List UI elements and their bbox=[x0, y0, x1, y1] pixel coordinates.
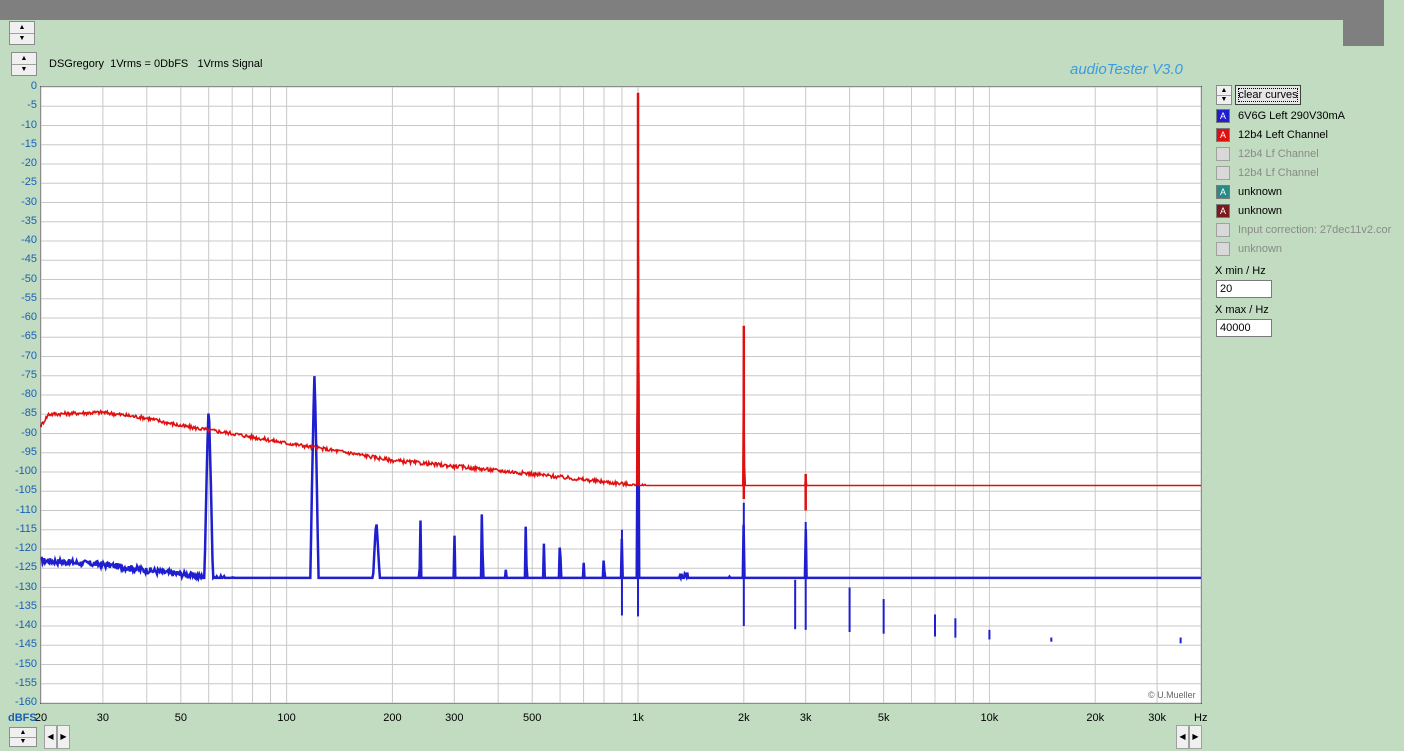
y-tick-label: -55 bbox=[21, 291, 37, 304]
y-tick-label: -5 bbox=[27, 99, 37, 112]
legend-label: Input correction: 27dec11v2.cor bbox=[1238, 224, 1392, 236]
xmax-input[interactable]: 40000 bbox=[1216, 319, 1272, 337]
y-tick-label: -115 bbox=[15, 522, 37, 535]
y-tick-label: -125 bbox=[14, 561, 37, 574]
x-tick-label: 1k bbox=[632, 712, 644, 724]
x-unit-label: Hz bbox=[1194, 712, 1208, 724]
y-tick-label: -150 bbox=[14, 657, 37, 670]
x-tick-label: 30 bbox=[96, 712, 109, 724]
curve-toggle-checkbox[interactable]: A bbox=[1216, 185, 1230, 199]
x-tick-label: 50 bbox=[174, 712, 187, 724]
curve-toggle-checkbox[interactable]: A bbox=[1216, 128, 1230, 142]
scroll-right-icon[interactable]: ▶ bbox=[57, 725, 70, 749]
y-tick-label: -45 bbox=[21, 253, 37, 266]
x-tick-label: 30k bbox=[1148, 712, 1166, 724]
x-tick-label: 20k bbox=[1086, 712, 1105, 724]
y-tick-label: -85 bbox=[21, 407, 37, 420]
y-tick-label: -105 bbox=[14, 484, 37, 497]
curve-toggle-checkbox[interactable] bbox=[1216, 223, 1230, 237]
y-tick-label: -75 bbox=[21, 368, 37, 381]
x-tick-label: 300 bbox=[445, 712, 464, 724]
y-tick-label: -135 bbox=[14, 599, 37, 612]
x-tick-label: 10k bbox=[980, 712, 999, 724]
series-line-red bbox=[40, 256, 1201, 489]
scroll-left-icon[interactable]: ◀ bbox=[1176, 725, 1189, 749]
y-tick-label: -10 bbox=[21, 118, 37, 131]
legend-spinner[interactable]: ▲ ▼ bbox=[1216, 85, 1232, 105]
y-tick-label: -110 bbox=[15, 503, 37, 516]
legend-label: unknown bbox=[1238, 243, 1283, 255]
scroll-left-icon[interactable]: ◀ bbox=[44, 725, 57, 749]
y-tick-label: -95 bbox=[21, 445, 37, 458]
y-tick-label: -60 bbox=[21, 311, 37, 323]
y-tick-label: -35 bbox=[21, 214, 37, 227]
y-tick-label: -145 bbox=[14, 638, 37, 651]
x-tick-label: 5k bbox=[877, 712, 890, 724]
spin-down-icon[interactable]: ▼ bbox=[10, 737, 36, 746]
legend-label: unknown bbox=[1238, 186, 1283, 198]
y-tick-label: 0 bbox=[30, 80, 37, 92]
legend-label: 6V6G Left 290V30mA bbox=[1238, 110, 1346, 122]
legend-label: 12b4 Lf Channel bbox=[1238, 167, 1319, 179]
legend-label: 12b4 Left Channel bbox=[1238, 129, 1328, 141]
curve-toggle-checkbox[interactable]: A bbox=[1216, 109, 1230, 123]
clear-curves-button[interactable]: clear curves bbox=[1235, 85, 1301, 105]
y-tick-label: -155 bbox=[14, 676, 37, 689]
y-tick-label: -90 bbox=[21, 426, 37, 439]
y-tick-label: -80 bbox=[21, 388, 37, 400]
y-tick-label: -40 bbox=[21, 234, 37, 246]
curve-toggle-checkbox[interactable]: A bbox=[1216, 204, 1230, 218]
copyright-notice: © U.Mueller bbox=[1148, 690, 1196, 700]
curve-toggle-checkbox[interactable] bbox=[1216, 147, 1230, 161]
spin-down-icon[interactable]: ▼ bbox=[1217, 95, 1231, 104]
y-tick-label: -30 bbox=[21, 195, 37, 208]
x-tick-label: 2k bbox=[737, 712, 750, 724]
y-tick-label: -120 bbox=[14, 542, 37, 554]
xmin-input[interactable]: 20 bbox=[1216, 280, 1272, 298]
xmin-label: X min / Hz bbox=[1215, 265, 1266, 277]
xmax-label: X max / Hz bbox=[1215, 304, 1269, 316]
scroll-right-icon[interactable]: ▶ bbox=[1189, 725, 1202, 749]
bottom-spinner[interactable]: ▲ ▼ bbox=[9, 727, 37, 747]
y-tick-label: -160 bbox=[14, 696, 37, 708]
y-tick-label: -100 bbox=[14, 465, 37, 477]
y-tick-label: -15 bbox=[21, 137, 37, 150]
y-tick-label: -70 bbox=[21, 349, 37, 362]
y-tick-label: -25 bbox=[21, 176, 37, 189]
x-tick-label: 3k bbox=[799, 712, 812, 724]
x-tick-label: 500 bbox=[523, 712, 542, 724]
legend-label: unknown bbox=[1238, 205, 1283, 217]
y-tick-label: -50 bbox=[21, 272, 37, 285]
spectrum-chart bbox=[40, 86, 1202, 704]
y-unit-label: dBFS bbox=[8, 712, 37, 724]
x-tick-label: 100 bbox=[277, 712, 296, 724]
curve-toggle-checkbox[interactable] bbox=[1216, 242, 1230, 256]
y-tick-label: -140 bbox=[14, 619, 37, 631]
legend-label: 12b4 Lf Channel bbox=[1238, 148, 1319, 160]
y-tick-label: -65 bbox=[21, 330, 37, 343]
x-tick-label: 200 bbox=[383, 712, 402, 724]
y-tick-label: -20 bbox=[21, 157, 37, 169]
y-tick-label: -130 bbox=[14, 580, 37, 593]
curve-toggle-checkbox[interactable] bbox=[1216, 166, 1230, 180]
